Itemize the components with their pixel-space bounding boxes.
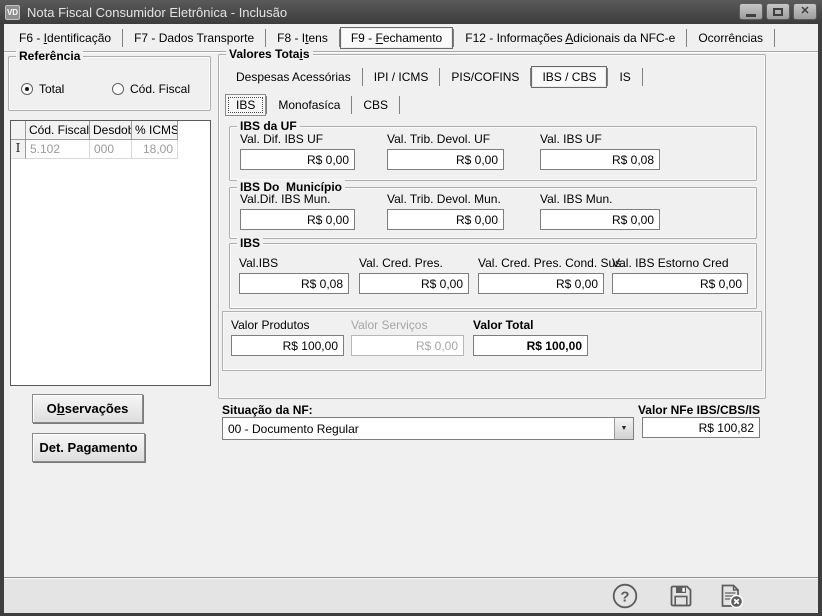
val-trib-devol-mun-field: Val. Trib. Devol. Mun. R$ 0,00 (387, 192, 504, 230)
row-edit-indicator-icon: I (11, 140, 26, 159)
val-ibs-uf-field: Val. IBS UF R$ 0,08 (540, 132, 660, 170)
val-ibs-field: Val.IBS R$ 0,08 (239, 256, 349, 294)
val-dif-ibs-mun-input[interactable]: R$ 0,00 (240, 209, 355, 230)
cancel-document-icon (721, 584, 744, 609)
observacoes-button[interactable]: Ob servações (32, 394, 143, 423)
situacao-combobox[interactable]: 00 - Documento Regular ▼ (222, 417, 634, 440)
help-icon: ? (612, 583, 638, 609)
valor-nfe-label: Valor NFe IBS/CBS/IS (637, 403, 760, 417)
val-ibs-mun-input[interactable]: R$ 0,00 (540, 209, 660, 230)
val-dif-ibs-uf-field: Val. Dif. IBS UF R$ 0,00 (240, 132, 355, 170)
tab-separator (774, 29, 776, 47)
val-trib-devol-uf-field: Val. Trib. Devol. UF R$ 0,00 (387, 132, 504, 170)
svg-text:?: ? (620, 589, 629, 606)
ibs-da-uf-title: IBS da UF (237, 119, 300, 133)
close-icon: ✕ (800, 5, 810, 17)
table-row[interactable]: I 5.102 000 18,00 (11, 140, 210, 159)
tab-f7-dados-transporte[interactable]: F7 - Dados Transporte (123, 27, 265, 49)
val-trib-devol-uf-input[interactable]: R$ 0,00 (387, 149, 504, 170)
main-tabbar: F6 - Identificação F7 - Dados Transporte… (4, 25, 818, 52)
fiscal-codes-grid[interactable]: Cód. Fiscal Desdob. % ICMS I 5.102 000 1… (10, 120, 211, 386)
tab-pis-cofins[interactable]: PIS/COFINS (440, 66, 530, 88)
client-area: F6 - Identificação F7 - Dados Transporte… (4, 24, 818, 613)
grid-header-cod-fiscal[interactable]: Cód. Fiscal (26, 121, 90, 140)
valor-produtos-field: Valor Produtos R$ 100,00 (231, 318, 344, 356)
referencia-groupbox: Referência Total Cód. Fiscal (8, 49, 211, 111)
situacao-label: Situação da NF: (222, 403, 313, 417)
tab-f9-fechamento[interactable]: F9 - Fechamento (339, 27, 454, 49)
subtab-cbs[interactable]: CBS (352, 94, 399, 116)
titlebar: VD Nota Fiscal Consumidor Eletrônica - I… (0, 0, 822, 24)
radio-total[interactable]: Total (21, 82, 64, 96)
val-ibs-input[interactable]: R$ 0,08 (239, 273, 349, 294)
val-ibs-estorno-cred-input[interactable]: R$ 0,00 (612, 273, 748, 294)
valor-total-field: Valor Total R$ 100,00 (473, 318, 588, 356)
valores-totais-title: Valores Totais (226, 47, 313, 61)
ibs-groupbox: IBS Val.IBS R$ 0,08 Val. Cred. Pres. R$ … (229, 236, 757, 309)
tab-ibs-cbs[interactable]: IBS / CBS (531, 66, 608, 88)
grid-header-desdob[interactable]: Desdob. (90, 121, 132, 140)
val-ibs-uf-input[interactable]: R$ 0,08 (540, 149, 660, 170)
subtab-monofasica[interactable]: Monofasíca (267, 94, 351, 116)
valores-totais-groupbox: Valores Totais Despesas Acessórias IPI /… (218, 47, 766, 399)
minimize-button[interactable] (739, 3, 763, 20)
cell-desdob[interactable]: 000 (90, 140, 132, 159)
maximize-icon (773, 7, 783, 16)
help-button[interactable]: ? (611, 582, 639, 610)
totais-panel: Valor Produtos R$ 100,00 Valor Serviços … (222, 311, 762, 371)
save-button[interactable] (667, 582, 695, 610)
tab-ocorrencias[interactable]: Ocorrências (687, 27, 774, 49)
tab-separator (399, 96, 401, 114)
det-pagamento-button[interactable]: Det. Pa g amento (32, 433, 145, 462)
ibs-da-uf-groupbox: IBS da UF Val. Dif. IBS UF R$ 0,00 Val. … (229, 119, 757, 181)
grid-header-indicator (11, 121, 26, 140)
valor-servicos-input: R$ 0,00 (351, 335, 464, 356)
referencia-title: Referência (16, 49, 84, 63)
valores-tabbar: Despesas Acessórias IPI / ICMS PIS/COFIN… (225, 65, 643, 89)
chevron-down-icon[interactable]: ▼ (614, 418, 633, 439)
val-ibs-mun-field: Val. IBS Mun. R$ 0,00 (540, 192, 660, 230)
tab-separator (641, 68, 643, 86)
close-button[interactable]: ✕ (793, 3, 817, 20)
val-dif-ibs-mun-field: Val.Dif. IBS Mun. R$ 0,00 (240, 192, 355, 230)
maximize-button[interactable] (766, 3, 790, 20)
radio-total-icon (21, 83, 33, 95)
tab-is[interactable]: IS (608, 66, 641, 88)
tab-f8-itens[interactable]: F8 - Itens (266, 27, 339, 49)
grid-header: Cód. Fiscal Desdob. % ICMS (11, 121, 210, 140)
ibs-do-municipio-groupbox: IBS Do Município Val.Dif. IBS Mun. R$ 0,… (229, 180, 757, 239)
minimize-icon (746, 13, 756, 17)
cancel-document-button[interactable] (717, 582, 745, 610)
app-icon: VD (5, 4, 20, 20)
cell-icms[interactable]: 18,00 (132, 140, 178, 159)
val-trib-devol-mun-input[interactable]: R$ 0,00 (387, 209, 504, 230)
tab-despesas-acessorias[interactable]: Despesas Acessórias (225, 66, 362, 88)
tab-f12-informacoes-adicionais[interactable]: F12 - Informações Adicionais da NFC-e (454, 27, 686, 49)
radio-cod-fiscal-icon (112, 83, 124, 95)
val-cred-pres-field: Val. Cred. Pres. R$ 0,00 (359, 256, 469, 294)
window-title: Nota Fiscal Consumidor Eletrônica - Incl… (27, 4, 288, 20)
radio-cod-fiscal[interactable]: Cód. Fiscal (112, 82, 190, 96)
grid-header-icms[interactable]: % ICMS (132, 121, 178, 140)
tab-f6-identificacao[interactable]: F6 - Identificação (8, 27, 122, 49)
window-controls: ✕ (739, 3, 817, 20)
tab-ipi-icms[interactable]: IPI / ICMS (363, 66, 440, 88)
val-cred-pres-input[interactable]: R$ 0,00 (359, 273, 469, 294)
valor-produtos-input[interactable]: R$ 100,00 (231, 335, 344, 356)
situacao-value: 00 - Documento Regular (228, 422, 359, 436)
ibs-cbs-subtabbar: IBS Monofasíca CBS (225, 93, 401, 117)
footer-bar: ? (4, 577, 818, 613)
val-cred-pres-cond-sus-field: Val. Cred. Pres. Cond. Sus. R$ 0,00 (478, 256, 625, 294)
valor-servicos-field: Valor Serviços R$ 0,00 (351, 318, 464, 356)
app-window: VD Nota Fiscal Consumidor Eletrônica - I… (0, 0, 822, 616)
subtab-ibs[interactable]: IBS (225, 94, 267, 116)
save-icon (670, 585, 692, 607)
ibs-title: IBS (237, 236, 264, 250)
val-dif-ibs-uf-input[interactable]: R$ 0,00 (240, 149, 355, 170)
valor-total-input: R$ 100,00 (473, 335, 588, 356)
cell-cod-fiscal[interactable]: 5.102 (26, 140, 90, 159)
val-ibs-estorno-cred-field: Val. IBS Estorno Cred R$ 0,00 (612, 256, 748, 294)
val-cred-pres-cond-sus-input[interactable]: R$ 0,00 (478, 273, 604, 294)
valor-nfe-input: R$ 100,82 (642, 417, 760, 438)
